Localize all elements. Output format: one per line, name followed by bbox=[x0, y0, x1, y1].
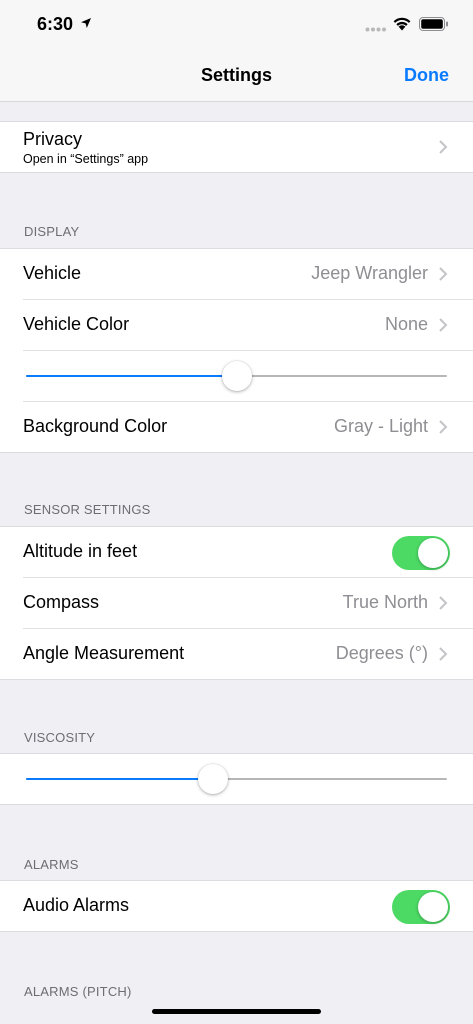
altitude-toggle[interactable] bbox=[392, 536, 450, 570]
viscosity-group bbox=[0, 753, 473, 805]
chevron-right-icon bbox=[439, 647, 448, 661]
vehicle-color-slider[interactable] bbox=[26, 361, 447, 391]
section-header-alarms-pitch: ALARMS (PITCH) bbox=[24, 984, 132, 999]
chevron-right-icon bbox=[439, 596, 448, 610]
alarms-group: Audio Alarms bbox=[0, 880, 473, 932]
battery-icon bbox=[419, 17, 448, 31]
privacy-row[interactable]: Privacy Open in “Settings” app bbox=[23, 122, 473, 172]
section-header-alarms: ALARMS bbox=[24, 857, 79, 872]
vehicle-color-value: None bbox=[384, 314, 428, 334]
angle-measurement-label: Angle Measurement bbox=[23, 643, 185, 663]
audio-alarms-toggle[interactable] bbox=[392, 890, 450, 924]
altitude-row: Altitude in feet bbox=[23, 527, 473, 578]
viscosity-slider[interactable] bbox=[26, 764, 447, 794]
vehicle-color-row[interactable]: Vehicle Color None bbox=[23, 300, 473, 351]
section-header-viscosity: VISCOSITY bbox=[24, 730, 96, 745]
compass-row[interactable]: Compass True North bbox=[23, 578, 473, 629]
status-time: 6:30 bbox=[37, 14, 74, 34]
angle-measurement-row[interactable]: Angle Measurement Degrees (°) bbox=[23, 629, 473, 679]
background-color-value: Gray - Light bbox=[333, 416, 428, 436]
privacy-group: Privacy Open in “Settings” app bbox=[0, 121, 473, 173]
section-header-sensor-settings: SENSOR SETTINGS bbox=[24, 502, 151, 517]
chevron-right-icon bbox=[439, 420, 448, 434]
vehicle-value: Jeep Wrangler bbox=[311, 263, 428, 283]
section-header-display: DISPLAY bbox=[24, 224, 80, 239]
navigation-bar: Settings Done bbox=[0, 50, 473, 102]
vehicle-row[interactable]: Vehicle Jeep Wrangler bbox=[23, 249, 473, 300]
vehicle-color-label: Vehicle Color bbox=[23, 314, 130, 334]
cellular-signal-icon bbox=[365, 27, 386, 32]
privacy-subtitle: Open in “Settings” app bbox=[23, 152, 149, 166]
chevron-right-icon bbox=[439, 140, 448, 154]
background-color-row[interactable]: Background Color Gray - Light bbox=[23, 402, 473, 452]
angle-measurement-value: Degrees (°) bbox=[335, 643, 428, 663]
altitude-label: Altitude in feet bbox=[23, 541, 138, 561]
compass-label: Compass bbox=[23, 592, 100, 612]
compass-value: True North bbox=[342, 592, 428, 612]
audio-alarms-row: Audio Alarms bbox=[23, 881, 473, 931]
slider-fill bbox=[26, 778, 214, 780]
status-bar: 6:30 bbox=[0, 0, 473, 50]
wifi-icon bbox=[393, 17, 411, 31]
slider-thumb[interactable] bbox=[198, 764, 229, 794]
vehicle-label: Vehicle bbox=[23, 263, 82, 283]
background-color-label: Background Color bbox=[23, 416, 168, 436]
toggle-knob bbox=[418, 892, 448, 922]
slider-thumb[interactable] bbox=[221, 361, 252, 391]
toggle-knob bbox=[418, 538, 448, 568]
sensor-group: Altitude in feet Compass True North Angl… bbox=[0, 526, 473, 680]
audio-alarms-label: Audio Alarms bbox=[23, 895, 130, 915]
vehicle-color-slider-row bbox=[23, 351, 473, 402]
viscosity-slider-row bbox=[23, 754, 473, 804]
page-title: Settings bbox=[200, 65, 272, 85]
display-group: Vehicle Jeep Wrangler Vehicle Color None… bbox=[0, 248, 473, 453]
chevron-right-icon bbox=[439, 318, 448, 332]
chevron-right-icon bbox=[439, 267, 448, 281]
privacy-label: Privacy bbox=[23, 129, 83, 149]
home-indicator bbox=[152, 1009, 321, 1014]
slider-fill bbox=[26, 375, 237, 377]
done-button[interactable]: Done bbox=[404, 65, 449, 86]
location-arrow-icon bbox=[81, 18, 91, 28]
